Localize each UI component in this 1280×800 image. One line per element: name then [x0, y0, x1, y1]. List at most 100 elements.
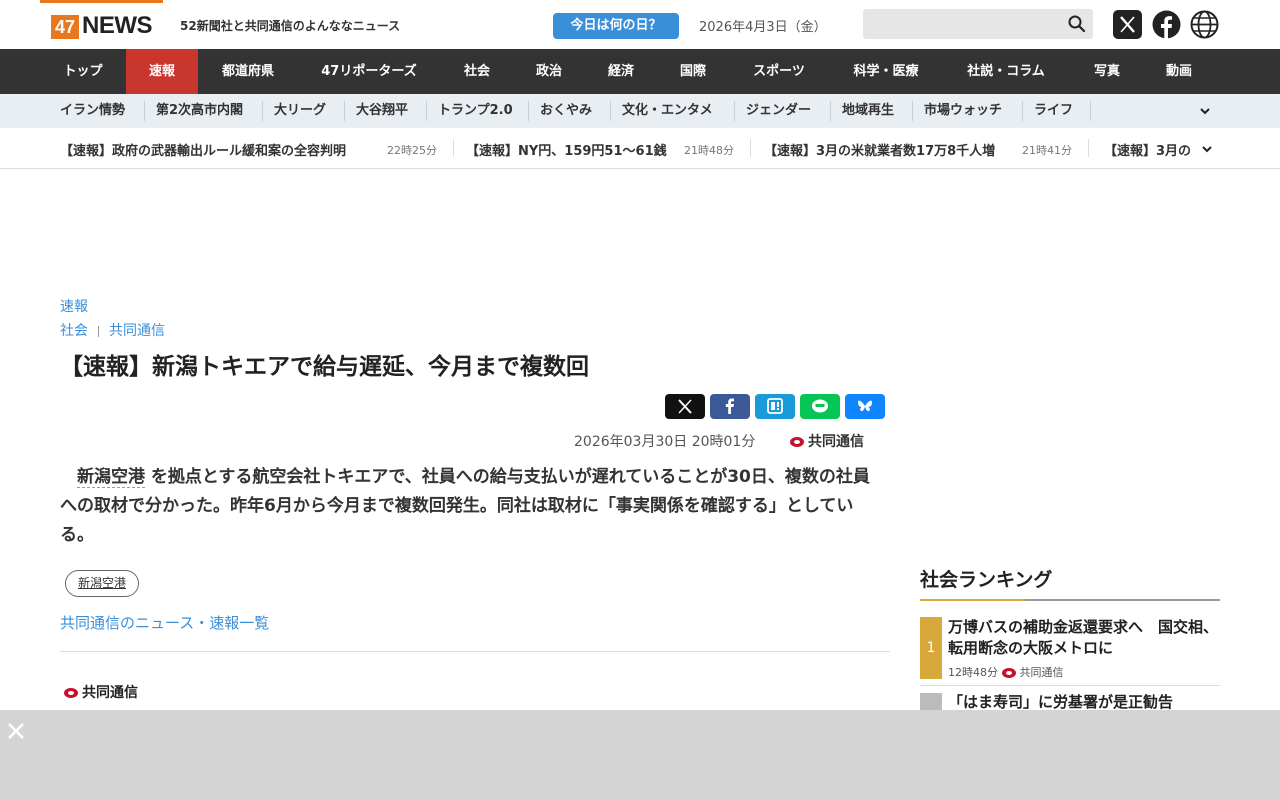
topic-item[interactable]: イラン情勢: [60, 94, 125, 128]
facebook-icon: [725, 398, 734, 414]
nav-item-top[interactable]: トップ: [40, 49, 126, 94]
topic-divider: [262, 101, 263, 121]
article-tag[interactable]: 新潟空港: [65, 570, 139, 597]
share-facebook-button[interactable]: [710, 394, 750, 419]
topic-item[interactable]: 市場ウォッチ: [924, 94, 1002, 128]
nav-item-economy[interactable]: 経済: [584, 49, 658, 94]
topic-navigation: イラン情勢 第2次高市内閣 大リーグ 大谷翔平 トランプ2.0 おくやみ 文化・…: [0, 94, 1280, 128]
logo-text: NEWS: [82, 12, 153, 39]
ranking-time: 12時48分: [948, 666, 998, 679]
site-tagline: 52新聞社と共同通信のよんななニュース: [180, 19, 401, 33]
article-datetime: 2026年03月30日 20時01分: [574, 434, 756, 450]
section-divider: [60, 651, 890, 652]
search-input[interactable]: [863, 9, 1093, 39]
ticker-time: 21時41分: [1022, 144, 1072, 157]
line-icon: [812, 399, 828, 413]
hatena-bookmark-icon: [767, 398, 783, 414]
facebook-icon[interactable]: [1152, 10, 1181, 39]
nav-item-sports[interactable]: スポーツ: [728, 49, 830, 94]
ticker-time: 22時25分: [387, 144, 437, 157]
ranking-headline[interactable]: 万博バスの補助金返還要求へ 国交相、転用断念の大阪メトロに: [948, 617, 1220, 659]
ranking-title: 社会ランキング: [920, 569, 1053, 591]
logo-number: 47: [51, 15, 79, 39]
share-x-button[interactable]: [665, 394, 705, 419]
ranking-divider: [920, 685, 1220, 686]
source-news-list-link[interactable]: 共同通信のニュース・速報一覧: [60, 612, 269, 633]
bluesky-icon: [858, 400, 872, 412]
close-icon[interactable]: [5, 720, 27, 742]
ticker-divider: [750, 139, 751, 157]
ranking-underline-accent: [920, 599, 1025, 601]
bottom-ad-overlay: [0, 710, 1280, 800]
topic-item[interactable]: 文化・エンタメ: [622, 94, 713, 128]
article-title: 【速報】新潟トキエアで給与遅延、今月まで複数回: [60, 354, 589, 380]
topic-divider: [610, 101, 611, 121]
nav-item-videos[interactable]: 動画: [1144, 49, 1214, 94]
x-twitter-icon: [678, 399, 692, 414]
topic-item[interactable]: おくやみ: [540, 94, 592, 128]
topic-item[interactable]: 大谷翔平: [356, 94, 408, 128]
topic-divider: [1090, 101, 1091, 121]
body-keyword-link[interactable]: 新潟空港: [77, 467, 145, 488]
body-text: を拠点とする航空会社トキエアで、社員への給与支払いが遅れていることが30日、複数…: [60, 467, 870, 545]
site-header: 47 NEWS 52新聞社と共同通信のよんななニュース 今日は何の日？ 2026…: [0, 0, 1280, 49]
ranking-number: 1: [920, 617, 942, 679]
ranking-meta: 12時48分 共同通信: [948, 664, 1064, 680]
ticker-headline[interactable]: 【速報】政府の武器輸出ルール緩和案の全容判明: [60, 140, 346, 159]
ticker-divider: [453, 139, 454, 157]
topic-divider: [1022, 101, 1023, 121]
article-category[interactable]: 速報: [60, 296, 88, 316]
share-line-button[interactable]: [800, 394, 840, 419]
breadcrumb-divider: [98, 325, 99, 337]
search-icon[interactable]: [1067, 14, 1087, 34]
ticker-time: 21時48分: [684, 144, 734, 157]
today-in-history-button[interactable]: 今日は何の日？: [553, 13, 679, 39]
topic-divider: [734, 101, 735, 121]
topic-divider: [144, 101, 145, 121]
source-footer: 共同通信: [64, 682, 138, 702]
topic-item[interactable]: 第2次高市内閣: [156, 94, 243, 128]
site-logo[interactable]: 47 NEWS: [40, 0, 163, 49]
breaking-news-ticker: 【速報】政府の武器輸出ルール緩和案の全容判明 22時25分 【速報】NY円、15…: [0, 128, 1280, 169]
ticker-headline[interactable]: 【速報】3月の米就業者数17万8千人増: [764, 140, 995, 159]
topic-divider: [426, 101, 427, 121]
main-navigation: トップ 速報 都道府県 47リポーターズ 社会 政治 経済 国際 スポーツ 科学…: [0, 49, 1280, 94]
nav-item-prefectures[interactable]: 都道府県: [198, 49, 298, 94]
x-twitter-icon[interactable]: [1113, 10, 1142, 39]
nav-item-society[interactable]: 社会: [440, 49, 514, 94]
nav-item-photos[interactable]: 写真: [1070, 49, 1144, 94]
topic-divider: [344, 101, 345, 121]
chevron-down-icon[interactable]: [1200, 142, 1214, 156]
language-globe-icon[interactable]: [1190, 10, 1219, 39]
nav-item-international[interactable]: 国際: [658, 49, 728, 94]
nav-item-science[interactable]: 科学・医療: [830, 49, 942, 94]
kyodo-logo-icon: [790, 437, 804, 447]
topic-item[interactable]: トランプ2.0: [438, 94, 513, 128]
topic-item[interactable]: ジェンダー: [746, 94, 811, 128]
breadcrumb-source[interactable]: 共同通信: [109, 323, 165, 339]
ticker-divider: [1088, 139, 1089, 157]
article-body: 新潟空港 を拠点とする航空会社トキエアで、社員への給与支払いが遅れていることが3…: [60, 463, 886, 550]
nav-item-politics[interactable]: 政治: [514, 49, 584, 94]
source-footer-label: 共同通信: [82, 685, 138, 701]
topic-item[interactable]: 大リーグ: [274, 94, 326, 128]
breadcrumb-section[interactable]: 社会: [60, 323, 88, 339]
chevron-down-icon[interactable]: [1198, 104, 1212, 118]
current-date: 2026年4月3日（金）: [699, 20, 827, 35]
kyodo-logo-icon: [1001, 668, 1016, 678]
nav-item-breaking[interactable]: 速報: [126, 49, 198, 94]
ticker-headline[interactable]: 【速報】NY円、159円51～61銭: [466, 140, 667, 159]
share-hatena-button[interactable]: [755, 394, 795, 419]
topic-divider: [528, 101, 529, 121]
ranking-source: 共同通信: [1019, 666, 1064, 679]
topic-divider: [912, 101, 913, 121]
ticker-headline[interactable]: 【速報】3月の: [1104, 140, 1191, 159]
kyodo-logo-icon: [64, 688, 78, 698]
article-source: 共同通信: [790, 431, 864, 451]
nav-item-editorial[interactable]: 社説・コラム: [942, 49, 1070, 94]
topic-item[interactable]: 地域再生: [842, 94, 894, 128]
share-bluesky-button[interactable]: [845, 394, 885, 419]
topic-divider: [830, 101, 831, 121]
nav-item-47reporters[interactable]: 47リポーターズ: [298, 49, 440, 94]
topic-item[interactable]: ライフ: [1034, 94, 1073, 128]
